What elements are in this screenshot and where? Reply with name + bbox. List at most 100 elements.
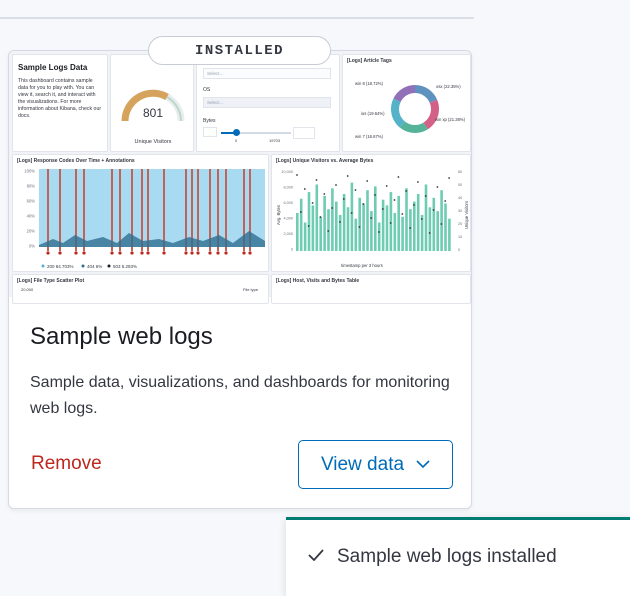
visitor-bar: [416, 194, 420, 251]
visitor-dot: [440, 223, 443, 225]
visitors-ytick-right: 60: [458, 170, 462, 174]
toast-message: Sample web logs installed: [337, 546, 557, 567]
select-field: Select...: [203, 68, 331, 79]
visitor-bar: [370, 211, 373, 251]
visitors-ytick-right: 50: [458, 183, 462, 187]
visitor-bar: [327, 209, 330, 251]
tag-label-0: win 8 (18.72%): [355, 81, 384, 86]
visitor-dot: [405, 190, 408, 192]
visitor-bar: [335, 201, 338, 251]
tag-label-1: osx (22.35%): [436, 84, 461, 89]
annotation-marker: [242, 251, 246, 255]
visitor-bar: [413, 201, 416, 251]
visitors-title: [Logs] Unique Visitors vs. Average Bytes: [276, 158, 374, 164]
response-ytick: 100%: [24, 169, 35, 174]
visitors-ytick-left: 8,000: [283, 186, 293, 190]
visitor-dot: [432, 209, 435, 211]
annotation-marker: [130, 251, 134, 255]
table-panel: [Logs] Host, Visits and Bytes Table: [271, 274, 471, 304]
visitor-dot: [385, 185, 388, 187]
visitor-dot: [366, 180, 369, 182]
annotation-marker: [82, 251, 86, 255]
visitor-dot: [335, 184, 337, 186]
visitor-dot: [378, 231, 380, 233]
annotation-marker: [58, 251, 62, 255]
visitor-bar: [299, 198, 303, 251]
annotation-marker: [146, 251, 150, 255]
annotation-marker: [118, 251, 122, 255]
view-data-button[interactable]: View data: [298, 440, 453, 489]
visitor-dot: [424, 195, 427, 197]
bytes-max-value: 19703: [269, 138, 281, 143]
tag-label-2: ios (19.64%): [361, 111, 385, 116]
visitors-ytick-right: 10: [458, 235, 462, 239]
gauge-label: Unique Visitors: [135, 139, 172, 145]
visitor-dot: [339, 221, 341, 223]
visitor-bar: [409, 209, 412, 251]
os-field: Select...: [203, 97, 331, 108]
visitors-ytick-left: 2,000: [283, 232, 293, 236]
scatter-panel: [Logs] File Type Scatter Plot 20,000 Fil…: [12, 274, 269, 304]
visitor-dot: [331, 207, 333, 209]
visitor-bar: [358, 197, 361, 251]
visitor-bar: [420, 214, 424, 251]
gauge-chart: 801 Unique Visitors: [121, 89, 185, 145]
controls-panel: Select... OS Select... Bytes 0 19703: [196, 54, 340, 152]
top-divider: [0, 17, 474, 19]
visitor-bar: [444, 203, 447, 251]
visitor-dot: [370, 217, 372, 219]
response-title: [Logs] Response Codes Over Time + Annota…: [17, 158, 135, 164]
response-chart: 100% 80% 60% 40% 20% 0% 200 84.703% 404 6% 50…: [24, 169, 265, 269]
tag-label-4: win 7 (16.67%): [355, 134, 384, 139]
visitor-dot: [319, 216, 322, 218]
bytes-min-box: [203, 127, 217, 137]
visitor-dot: [315, 179, 318, 181]
remove-button[interactable]: Remove: [31, 453, 102, 475]
visitor-dot: [444, 200, 447, 202]
visitor-bar: [311, 205, 315, 251]
annotation-marker: [208, 251, 212, 255]
visitor-bar: [381, 199, 385, 251]
visitor-bar: [428, 207, 432, 251]
visitor-dot: [436, 186, 439, 188]
visitor-bar: [296, 213, 299, 251]
annotation-marker: [196, 251, 200, 255]
visitors-ytick-right: 20: [458, 222, 462, 226]
visitor-dot: [311, 202, 314, 204]
bytes-max-box: [293, 127, 315, 139]
visitor-dot: [374, 194, 376, 196]
response-ytick: 80%: [27, 184, 36, 189]
visitors-ytick-left: 6,000: [283, 201, 293, 205]
visitors-ytick-left: 4,000: [283, 217, 293, 221]
visitor-dot: [397, 176, 400, 178]
visitor-bar: [424, 184, 428, 251]
scatter-legend: File type: [243, 287, 259, 292]
visitor-bar: [436, 211, 439, 251]
visitor-bar: [385, 205, 389, 251]
markdown-heading: Sample Logs Data: [18, 63, 88, 72]
check-icon: [308, 549, 324, 561]
chevron-down-icon: [416, 460, 430, 469]
legend-404: 404 6%: [87, 264, 102, 269]
visitors-ytick-right: 30: [458, 209, 462, 213]
visitor-bar: [323, 195, 326, 251]
legend-503: 503 5.293%: [113, 264, 137, 269]
gauge-panel: 801 Unique Visitors: [110, 54, 194, 152]
visitors-xlabel: timestamp per 3 hours: [341, 263, 383, 268]
bytes-slider-handle: [233, 129, 240, 136]
visitor-bar: [319, 216, 322, 251]
annotation-marker: [140, 251, 144, 255]
response-ytick: 20%: [27, 229, 36, 234]
card-title: Sample web logs: [30, 323, 213, 350]
markdown-body: This dashboard contains sample data for …: [18, 78, 102, 119]
annotation-marker: [162, 251, 166, 255]
annotation-marker: [224, 251, 228, 255]
annotation-marker: [46, 251, 50, 255]
visitor-bar: [397, 195, 400, 251]
annotation-marker: [248, 251, 252, 255]
legend-200: 200 84.703%: [47, 264, 74, 269]
visitor-dot: [401, 213, 404, 215]
visitor-dot: [389, 222, 392, 224]
visitor-dot: [409, 227, 411, 229]
visitor-dot: [448, 177, 450, 179]
